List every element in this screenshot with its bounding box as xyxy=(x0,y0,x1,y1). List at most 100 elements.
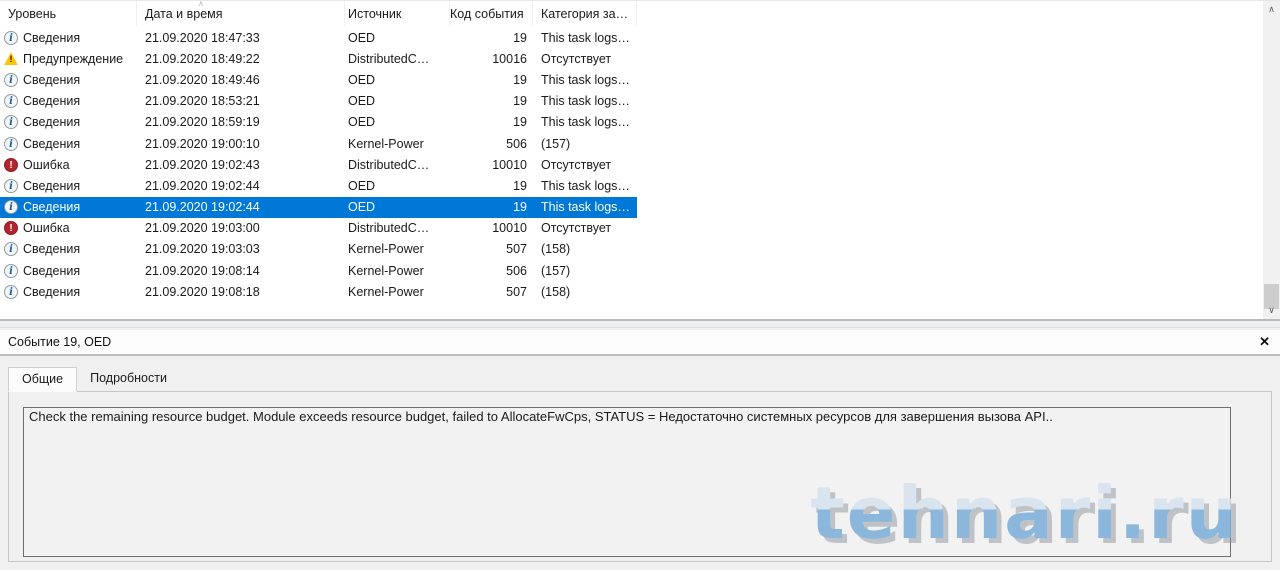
event-source: OED xyxy=(348,200,376,215)
event-row[interactable]: Сведения 21.09.2020 19:00:10 Kernel-Powe… xyxy=(0,133,1280,154)
event-datetime: 21.09.2020 19:03:03 xyxy=(145,242,260,257)
info-icon xyxy=(4,30,18,45)
details-header: Событие 19, OED ✕ xyxy=(0,330,1280,356)
event-row[interactable]: Сведения 21.09.2020 19:08:14 Kernel-Powe… xyxy=(0,260,1280,281)
event-message-text: Check the remaining resource budget. Mod… xyxy=(29,409,1053,424)
event-source: OED xyxy=(348,115,376,130)
event-row[interactable]: Ошибка 21.09.2020 19:02:43 DistributedC…… xyxy=(0,154,1280,175)
event-source: Kernel-Power xyxy=(348,284,424,299)
warning-icon xyxy=(4,52,18,66)
tab-details[interactable]: Подробности xyxy=(77,367,180,391)
event-datetime: 21.09.2020 19:02:43 xyxy=(145,157,260,172)
event-level: Ошибка xyxy=(23,157,70,172)
event-row[interactable]: Ошибка 21.09.2020 19:03:00 DistributedC…… xyxy=(0,218,1280,239)
event-category: (158) xyxy=(541,284,571,299)
column-header-source[interactable]: Источник xyxy=(345,1,450,27)
info-icon xyxy=(4,178,18,193)
vertical-scrollbar[interactable]: ∧ ∨ xyxy=(1263,1,1280,319)
event-source: OED xyxy=(348,72,376,87)
event-list-pane: Уровень Дата и время Источник Код событи… xyxy=(0,1,1280,319)
event-details-pane: Событие 19, OED ✕ Общие Подробности Chec… xyxy=(0,328,1280,570)
event-id: 506 xyxy=(506,263,527,278)
info-icon xyxy=(4,263,18,278)
event-row[interactable]: Сведения 21.09.2020 18:59:19 OED 19 This… xyxy=(0,112,1280,133)
event-source: OED xyxy=(348,30,376,45)
error-icon xyxy=(4,221,18,236)
event-row[interactable]: Сведения 21.09.2020 19:08:18 Kernel-Powe… xyxy=(0,281,1280,302)
event-category: This task logs… xyxy=(541,115,630,130)
event-id: 507 xyxy=(506,284,527,299)
event-datetime: 21.09.2020 18:53:21 xyxy=(145,94,260,109)
event-row[interactable]: Сведения 21.09.2020 19:03:03 Kernel-Powe… xyxy=(0,239,1280,260)
info-icon xyxy=(4,94,18,109)
event-category: (157) xyxy=(541,263,571,278)
event-category: Отсутствует xyxy=(541,157,612,172)
event-category: This task logs… xyxy=(541,30,630,45)
event-category: Отсутствует xyxy=(541,51,612,66)
info-icon xyxy=(4,136,18,151)
info-icon xyxy=(4,72,18,87)
column-header-category[interactable]: Категория за… xyxy=(533,1,637,27)
event-datetime: 21.09.2020 18:59:19 xyxy=(145,115,260,130)
column-header-event-id[interactable]: Код события xyxy=(450,1,533,27)
event-category: This task logs… xyxy=(541,94,630,109)
event-datetime: 21.09.2020 18:49:22 xyxy=(145,51,260,66)
event-id: 10016 xyxy=(492,51,527,66)
event-category: Отсутствует xyxy=(541,221,612,236)
event-category: This task logs… xyxy=(541,200,630,215)
event-level: Сведения xyxy=(23,263,81,278)
event-datetime: 21.09.2020 19:08:14 xyxy=(145,263,260,278)
event-id: 19 xyxy=(513,115,527,130)
pane-splitter[interactable] xyxy=(0,319,1280,328)
event-level: Сведения xyxy=(23,200,81,215)
event-id: 10010 xyxy=(492,221,527,236)
info-icon xyxy=(4,242,18,257)
event-row[interactable]: Сведения 21.09.2020 19:02:44 OED 19 This… xyxy=(0,196,637,218)
tab-general[interactable]: Общие xyxy=(8,367,78,392)
event-id: 507 xyxy=(506,242,527,257)
event-datetime: 21.09.2020 18:49:46 xyxy=(145,72,260,87)
event-row[interactable]: Сведения 21.09.2020 18:47:33 OED 19 This… xyxy=(0,27,1280,48)
event-id: 19 xyxy=(513,200,527,215)
scroll-up-icon[interactable]: ∧ xyxy=(1263,1,1280,18)
event-rows-container: Сведения 21.09.2020 18:47:33 OED 19 This… xyxy=(0,27,1280,302)
event-datetime: 21.09.2020 19:02:44 xyxy=(145,178,260,193)
event-datetime: 21.09.2020 19:03:00 xyxy=(145,221,260,236)
general-tab-panel: Check the remaining resource budget. Mod… xyxy=(8,391,1272,562)
details-tabs: Общие Подробности xyxy=(8,367,1280,392)
event-source: DistributedC… xyxy=(348,51,430,66)
event-row[interactable]: Сведения 21.09.2020 19:02:44 OED 19 This… xyxy=(0,175,1280,196)
event-source: Kernel-Power xyxy=(348,136,424,151)
event-id: 19 xyxy=(513,178,527,193)
event-id: 10010 xyxy=(492,157,527,172)
event-datetime: 21.09.2020 18:47:33 xyxy=(145,30,260,45)
event-level: Сведения xyxy=(23,284,81,299)
scroll-down-icon[interactable]: ∨ xyxy=(1263,302,1280,319)
event-level: Сведения xyxy=(23,94,81,109)
event-category: This task logs… xyxy=(541,72,630,87)
column-header-datetime[interactable]: Дата и время xyxy=(137,1,345,27)
event-id: 506 xyxy=(506,136,527,151)
event-datetime: 21.09.2020 19:02:44 xyxy=(145,200,260,215)
column-header-level[interactable]: Уровень xyxy=(0,1,137,27)
event-datetime: 21.09.2020 19:00:10 xyxy=(145,136,260,151)
info-icon xyxy=(4,284,18,299)
event-level: Сведения xyxy=(23,242,81,257)
event-source: OED xyxy=(348,94,376,109)
close-icon[interactable]: ✕ xyxy=(1259,334,1270,350)
event-row[interactable]: Предупреждение 21.09.2020 18:49:22 Distr… xyxy=(0,48,1280,69)
error-icon xyxy=(4,157,18,172)
event-category: (157) xyxy=(541,136,571,151)
event-source: Kernel-Power xyxy=(348,242,424,257)
event-row[interactable]: Сведения 21.09.2020 18:53:21 OED 19 This… xyxy=(0,91,1280,112)
watermark: tehnari.ru xyxy=(810,471,1239,555)
event-level: Сведения xyxy=(23,136,81,151)
event-level: Предупреждение xyxy=(23,51,124,66)
event-source: DistributedC… xyxy=(348,221,430,236)
event-datetime: 21.09.2020 19:08:18 xyxy=(145,284,260,299)
event-level: Сведения xyxy=(23,30,81,45)
event-row[interactable]: Сведения 21.09.2020 18:49:46 OED 19 This… xyxy=(0,69,1280,90)
event-id: 19 xyxy=(513,72,527,87)
event-source: OED xyxy=(348,178,376,193)
event-level: Сведения xyxy=(23,178,81,193)
